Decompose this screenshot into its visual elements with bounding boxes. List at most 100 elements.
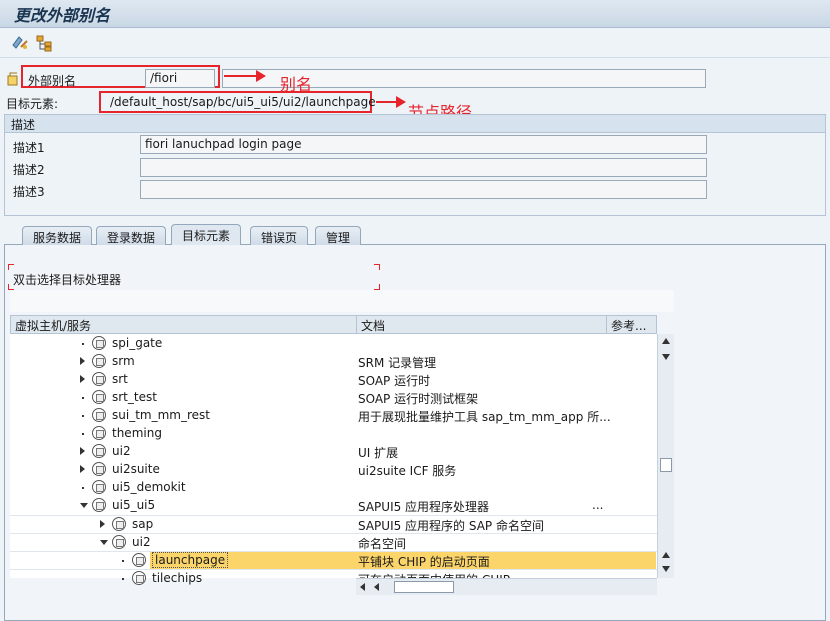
required-field-icon bbox=[6, 72, 20, 86]
tree-node-name[interactable]: ui2 bbox=[112, 444, 131, 458]
column-header-ref[interactable]: 参考... bbox=[607, 316, 657, 333]
tab-error-pages[interactable]: 错误页 bbox=[250, 226, 309, 245]
grid-toolbar bbox=[10, 290, 674, 312]
scroll-down-arrow[interactable] bbox=[662, 566, 670, 572]
window-title: 更改外部别名 bbox=[14, 6, 111, 25]
collapse-arrow-icon[interactable] bbox=[80, 503, 88, 508]
tree-node-name[interactable]: theming bbox=[112, 426, 162, 440]
title-bar: 更改外部别名 bbox=[0, 0, 830, 28]
tree-row[interactable]: ui2 命名空间 bbox=[10, 533, 657, 551]
tree-node-doc: UI 扩展 bbox=[358, 446, 399, 460]
description-field-2[interactable] bbox=[140, 158, 707, 177]
tree-node-name[interactable]: tilechips bbox=[152, 571, 202, 585]
tree-node-name[interactable]: sap bbox=[132, 517, 153, 531]
tree-node-doc: SOAP 运行时 bbox=[358, 374, 431, 388]
tree-row[interactable]: ui5_ui5 SAPUI5 应用程序处理器... bbox=[10, 497, 657, 515]
tree-row[interactable]: ui5_demokit bbox=[10, 479, 657, 497]
horizontal-scroll-thumb[interactable] bbox=[394, 581, 454, 593]
service-node-icon bbox=[92, 408, 106, 422]
vertical-scroll-thumb[interactable] bbox=[660, 458, 672, 472]
hierarchy-icon[interactable] bbox=[34, 33, 54, 53]
tab-service-data[interactable]: 服务数据 bbox=[22, 226, 93, 245]
service-node-icon bbox=[92, 444, 106, 458]
tree-node-doc: SOAP 运行时测试框架 bbox=[358, 392, 479, 406]
service-node-icon bbox=[92, 426, 106, 440]
expand-arrow-icon[interactable] bbox=[80, 375, 85, 383]
tree-leaf-bullet bbox=[82, 433, 84, 435]
tab-logon-data[interactable]: 登录数据 bbox=[96, 226, 167, 245]
scroll-left-arrow[interactable] bbox=[360, 583, 365, 591]
service-node-icon bbox=[112, 517, 126, 531]
tree-node-name[interactable]: srt_test bbox=[112, 390, 157, 404]
service-node-icon bbox=[92, 480, 106, 494]
tree-node-name[interactable]: spi_gate bbox=[112, 336, 162, 350]
description-label-2: 描述2 bbox=[13, 163, 45, 177]
tree-row[interactable]: spi_gate bbox=[10, 335, 657, 353]
tree-row[interactable]: sap SAPUI5 应用程序的 SAP 命名空间 bbox=[10, 515, 657, 533]
tree-leaf-bullet bbox=[122, 560, 124, 562]
tree-grid-header: 虚拟主机/服务 文档 参考... bbox=[10, 315, 657, 334]
tree-node-name[interactable]: srt bbox=[112, 372, 128, 386]
alias-label: 外部别名 bbox=[28, 74, 77, 88]
column-header-host[interactable]: 虚拟主机/服务 bbox=[11, 316, 357, 333]
tree-node-doc: SAPUI5 应用程序处理器 bbox=[358, 500, 490, 514]
scroll-left-page-arrow[interactable] bbox=[374, 583, 379, 591]
vertical-scrollbar[interactable] bbox=[657, 334, 674, 578]
tree-node-name[interactable]: ui2 bbox=[132, 535, 151, 549]
tab-target-element[interactable]: 目标元素 bbox=[171, 224, 242, 245]
tree-row[interactable]: launchpage 平铺块 CHIP 的启动页面 bbox=[10, 551, 657, 569]
target-label: 目标元素: bbox=[6, 97, 59, 111]
tree-node-name[interactable]: ui2suite bbox=[112, 462, 160, 476]
tree-row[interactable]: sui_tm_mm_rest 用于展现批量维护工具 sap_tm_mm_app 所… bbox=[10, 407, 657, 425]
alias-value[interactable]: /fiori bbox=[145, 69, 215, 88]
expand-arrow-icon[interactable] bbox=[80, 447, 85, 455]
service-node-icon bbox=[92, 336, 106, 350]
service-node-icon bbox=[92, 354, 106, 368]
description-field-1[interactable]: fiori lanuchpad login page bbox=[140, 135, 707, 154]
service-node-icon bbox=[92, 390, 106, 404]
instruction-text: 双击选择目标处理器 bbox=[13, 273, 122, 287]
alias-annotation-arrow bbox=[224, 70, 266, 82]
tree-row[interactable]: srt_test SOAP 运行时测试框架 bbox=[10, 389, 657, 407]
expand-arrow-icon[interactable] bbox=[80, 357, 85, 365]
description-label-3: 描述3 bbox=[13, 185, 45, 199]
tree-node-doc: SRM 记录管理 bbox=[358, 356, 437, 370]
scroll-up-arrow[interactable] bbox=[662, 338, 670, 344]
service-node-icon bbox=[92, 372, 106, 386]
tree-leaf-bullet bbox=[82, 487, 84, 489]
tree-row[interactable]: theming bbox=[10, 425, 657, 443]
horizontal-scrollbar[interactable] bbox=[356, 578, 657, 595]
tree-leaf-bullet bbox=[82, 415, 84, 417]
target-value: /default_host/sap/bc/ui5_ui5/ui2/launchp… bbox=[110, 95, 376, 109]
tree-node-name[interactable]: ui5_ui5 bbox=[112, 498, 155, 512]
description-label-1: 描述1 bbox=[13, 141, 45, 155]
service-node-icon bbox=[92, 462, 106, 476]
tree-node-name[interactable]: ui5_demokit bbox=[112, 480, 186, 494]
description-header: 描述 bbox=[5, 115, 825, 133]
tree-node-name[interactable]: sui_tm_mm_rest bbox=[112, 408, 210, 422]
tree-leaf-bullet bbox=[82, 397, 84, 399]
expand-arrow-icon[interactable] bbox=[80, 465, 85, 473]
tree-node-doc: 平铺块 CHIP 的启动页面 bbox=[358, 555, 490, 569]
tree-row[interactable]: ui2 UI 扩展 bbox=[10, 443, 657, 461]
tree-row[interactable]: srm SRM 记录管理 bbox=[10, 353, 657, 371]
description-group: 描述 描述1 fiori lanuchpad login page 描述2 描述… bbox=[4, 114, 826, 216]
column-header-doc[interactable]: 文档 bbox=[357, 316, 607, 333]
tree-row[interactable]: srt SOAP 运行时 bbox=[10, 371, 657, 389]
tree-leaf-bullet bbox=[122, 578, 124, 580]
description-field-3[interactable] bbox=[140, 180, 707, 199]
collapse-arrow-icon[interactable] bbox=[100, 540, 108, 545]
service-node-icon bbox=[132, 553, 146, 567]
expand-arrow-icon[interactable] bbox=[100, 520, 105, 528]
scroll-down-page-arrow[interactable] bbox=[662, 552, 670, 558]
tree-row[interactable]: ui2suite ui2suite ICF 服务 bbox=[10, 461, 657, 479]
tree-node-doc: 命名空间 bbox=[358, 537, 407, 551]
display-change-icon[interactable] bbox=[10, 33, 30, 53]
tree-node-name[interactable]: launchpage bbox=[152, 552, 229, 568]
more-ellipsis[interactable]: ... bbox=[592, 498, 603, 512]
tree-leaf-bullet bbox=[82, 343, 84, 345]
scroll-up-page-arrow[interactable] bbox=[662, 354, 670, 360]
tree-node-name[interactable]: srm bbox=[112, 354, 135, 368]
toolbar bbox=[0, 28, 830, 58]
tab-administration[interactable]: 管理 bbox=[315, 226, 362, 245]
